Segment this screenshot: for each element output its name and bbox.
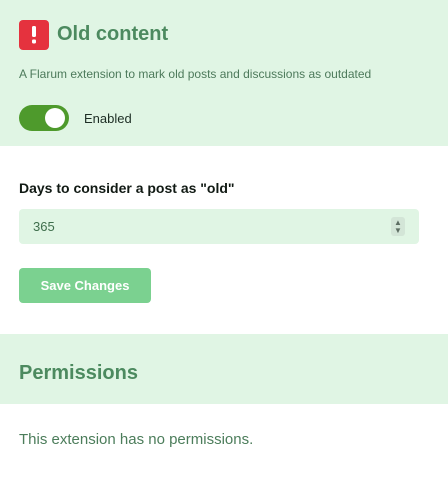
save-changes-button[interactable]: Save Changes — [19, 268, 151, 303]
permissions-empty-text: This extension has no permissions. — [19, 431, 254, 448]
extension-title: Old content — [57, 23, 169, 45]
permissions-title: Permissions — [19, 362, 138, 384]
enabled-toggle[interactable] — [19, 105, 69, 131]
toggle-knob — [45, 108, 65, 128]
extension-description: A Flarum extension to mark old posts and… — [19, 67, 372, 81]
extension-header: Old content A Flarum extension to mark o… — [0, 0, 448, 146]
days-field-label: Days to consider a post as "old" — [19, 180, 235, 196]
days-field: ▲ ▼ — [19, 209, 419, 244]
chevron-down-icon[interactable]: ▼ — [394, 226, 402, 235]
exclamation-icon — [19, 20, 49, 50]
number-spinner[interactable]: ▲ ▼ — [391, 217, 405, 236]
days-input[interactable] — [19, 209, 419, 244]
enabled-label: Enabled — [84, 111, 132, 126]
